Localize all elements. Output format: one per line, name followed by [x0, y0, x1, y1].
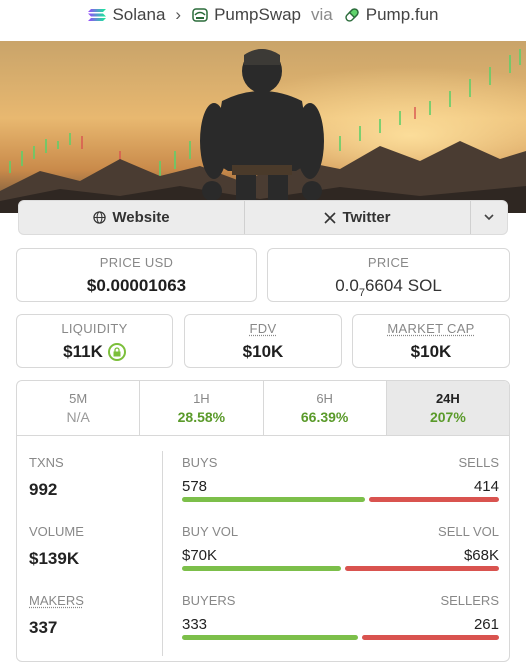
- buyers-sellers-bar: [182, 635, 499, 640]
- tab-5m[interactable]: 5M N/A: [17, 381, 141, 435]
- x-logo-icon: [324, 211, 337, 224]
- buys-bar: [182, 497, 365, 502]
- breadcrumb-source[interactable]: Pump.fun: [343, 5, 439, 25]
- volume-label: VOLUME: [29, 524, 84, 539]
- market-cap-label: MARKET CAP: [387, 320, 475, 336]
- tab-value: 28.58%: [177, 409, 226, 425]
- buy-vol-bar: [182, 566, 341, 571]
- sellers-label: SELLERS: [440, 593, 499, 608]
- sell-vol-label: SELL VOL: [438, 524, 499, 539]
- sells-label: SELLS: [458, 455, 499, 470]
- lock-icon[interactable]: [107, 342, 126, 361]
- market-cap-value: $10K: [410, 341, 452, 361]
- price-usd-box: PRICE USD $0.00001063: [16, 248, 257, 302]
- breadcrumb-chain[interactable]: Solana: [87, 5, 165, 25]
- twitter-label: Twitter: [342, 209, 391, 226]
- website-button[interactable]: Website: [19, 201, 245, 234]
- market-cap-box: MARKET CAP $10K: [352, 314, 510, 368]
- buyers-label: BUYERS: [182, 593, 236, 608]
- dex-label: PumpSwap: [214, 5, 302, 24]
- pill-icon: [345, 8, 359, 22]
- price-sol-unit: SOL: [407, 275, 442, 295]
- sellers-bar: [361, 635, 499, 640]
- fdv-value: $10K: [242, 341, 284, 361]
- price-usd-label: PRICE USD: [99, 254, 174, 270]
- breadcrumb-dex[interactable]: PumpSwap: [191, 5, 301, 25]
- sells-value: 414: [473, 478, 499, 495]
- pumpswap-icon: [192, 8, 208, 22]
- tab-24h[interactable]: 24H 207%: [386, 381, 509, 435]
- makers-row: MAKERS 337 BUYERS SELLERS 333 261: [17, 593, 509, 661]
- volume-bar: [182, 566, 499, 571]
- tab-1h[interactable]: 1H 28.58%: [140, 381, 264, 435]
- price-sol-label: PRICE: [367, 254, 410, 270]
- buys-value: 578: [182, 478, 208, 495]
- timeframe-tabs: 5M N/A 1H 28.58% 6H 66.39% 24H 207%: [17, 381, 509, 436]
- price-usd-value: $0.00001063: [86, 275, 187, 295]
- price-sol-value: 0.076604 SOL: [335, 275, 442, 299]
- breadcrumb: Solana › PumpSwap via Pump.fun: [0, 0, 526, 30]
- tab-value: N/A: [66, 409, 90, 425]
- more-links-button[interactable]: [471, 201, 507, 234]
- price-sol-prefix: 0.0: [335, 275, 359, 295]
- links-bar: Website Twitter: [18, 200, 508, 235]
- price-sol-box: PRICE 0.076604 SOL: [267, 248, 510, 302]
- price-sol-digits: 6604: [364, 275, 403, 295]
- website-label: Website: [112, 209, 170, 226]
- tab-value: 207%: [429, 409, 466, 425]
- buys-label: BUYS: [182, 455, 218, 470]
- fdv-label: FDV: [249, 320, 277, 336]
- liquidity-label: LIQUIDITY: [61, 320, 128, 336]
- token-banner-image: [0, 41, 526, 213]
- chevron-right-icon: ›: [175, 5, 182, 24]
- txns-row: TXNS 992 BUYS SELLS 578 414: [17, 455, 509, 525]
- buy-vol-label: BUY VOL: [182, 524, 239, 539]
- tab-label: 5M: [69, 391, 88, 406]
- fdv-box: FDV $10K: [184, 314, 342, 368]
- buyers-value: 333: [182, 616, 208, 633]
- tab-label: 6H: [316, 391, 333, 406]
- makers-value: 337: [29, 618, 58, 637]
- tab-label: 1H: [193, 391, 210, 406]
- liquidity-box: LIQUIDITY $11K: [16, 314, 173, 368]
- tab-6h[interactable]: 6H 66.39%: [264, 381, 387, 435]
- buyers-bar: [182, 635, 358, 640]
- liquidity-value-row: $11K: [63, 342, 126, 362]
- sellers-value: 261: [473, 616, 499, 633]
- buy-vol-value: $70K: [182, 547, 218, 564]
- txns-label: TXNS: [29, 455, 64, 470]
- tab-label: 24H: [435, 391, 460, 406]
- chain-label: Solana: [112, 5, 166, 24]
- price-sol-zero-count: 7: [358, 286, 365, 299]
- buys-sells-bar: [182, 497, 499, 502]
- txns-value: 992: [29, 480, 58, 499]
- volume-row: VOLUME $139K BUY VOL SELL VOL $70K $68K: [17, 524, 509, 594]
- stats-panel: 5M N/A 1H 28.58% 6H 66.39% 24H 207% TXNS…: [16, 380, 510, 662]
- chevron-down-icon: [484, 214, 494, 221]
- makers-label: MAKERS: [29, 593, 84, 608]
- sell-vol-value: $68K: [463, 547, 499, 564]
- sell-vol-bar: [344, 566, 499, 571]
- globe-icon: [93, 211, 107, 224]
- solana-icon: [88, 9, 107, 21]
- sells-bar: [368, 497, 499, 502]
- source-label: Pump.fun: [365, 5, 439, 24]
- twitter-button[interactable]: Twitter: [245, 201, 471, 234]
- tab-value: 66.39%: [300, 409, 349, 425]
- via-label: via: [311, 5, 333, 24]
- volume-value: $139K: [29, 549, 80, 568]
- liquidity-value: $11K: [63, 341, 103, 361]
